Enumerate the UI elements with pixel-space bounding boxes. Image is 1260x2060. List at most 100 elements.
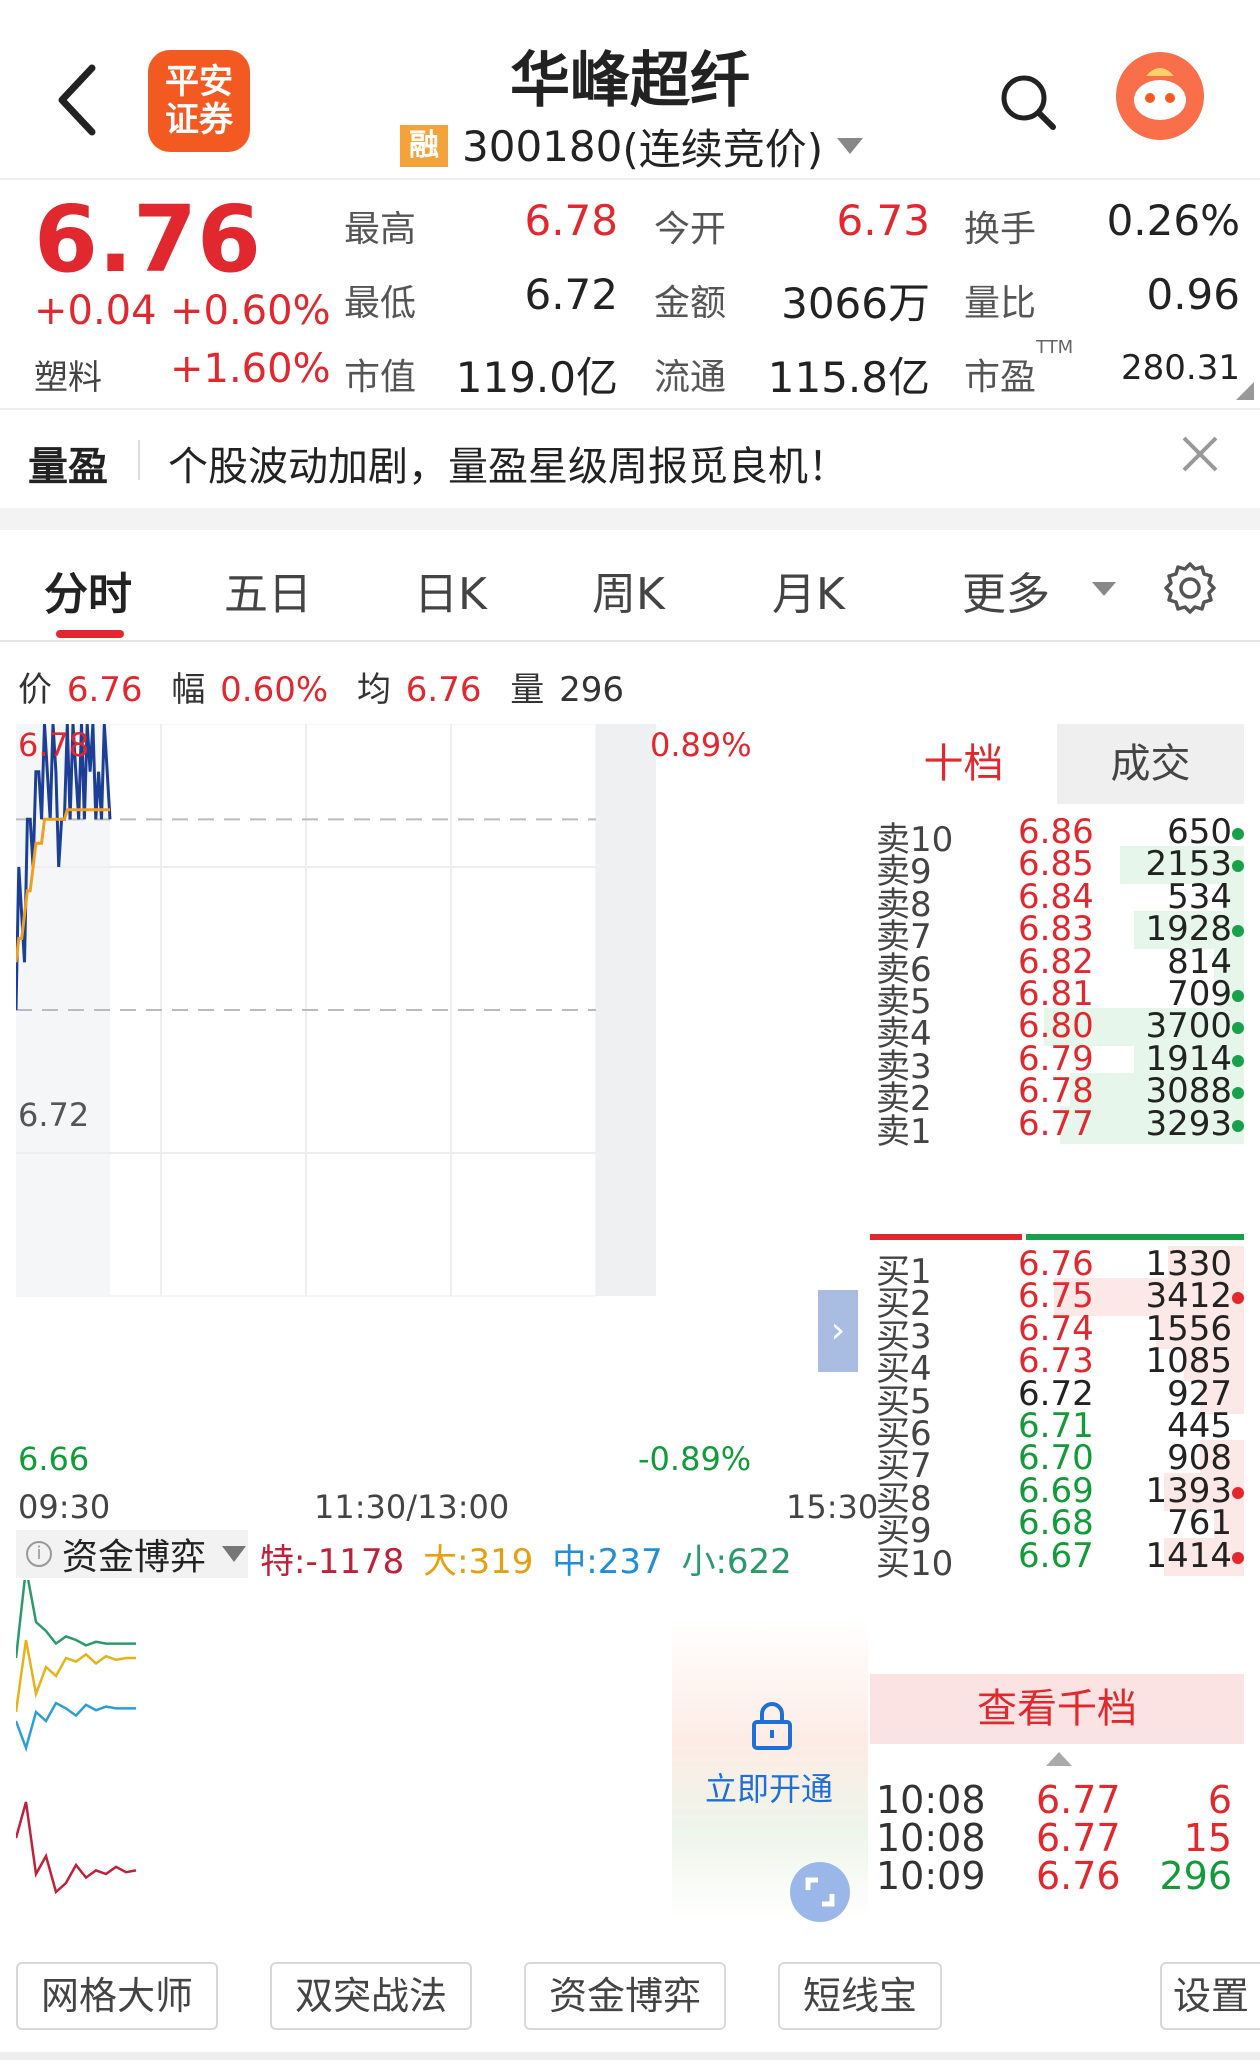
intraday-chart-svg (16, 724, 656, 1297)
tab-monthly-k[interactable]: 月K (772, 558, 845, 622)
double-breakout-button[interactable]: 双突战法 (270, 1962, 472, 2030)
change-dot-icon (1232, 990, 1244, 1002)
turnover-label: 换手 (964, 209, 1037, 250)
settings-button[interactable]: 设置 (1160, 1962, 1260, 2030)
lock-icon (750, 1702, 794, 1750)
low-label: 最低 (344, 283, 417, 324)
pe-label: 市盈 (964, 357, 1037, 398)
high-label: 最高 (344, 209, 417, 250)
trade-price: 6.76 (1036, 1854, 1121, 1898)
grid-master-button[interactable]: 网格大师 (16, 1962, 218, 2030)
y-axis-mid-label: 6.72 (18, 1096, 90, 1134)
intraday-chart[interactable]: 6.78 6.72 6.66 0.89% -0.89% (16, 724, 786, 1479)
flow-small-label: 小: (681, 1542, 727, 1582)
tab-more[interactable]: 更多 (962, 558, 1050, 622)
flow-big-value: 319 (468, 1542, 534, 1582)
last-price: 6.76 (34, 186, 261, 293)
flow-special-value: -1178 (305, 1542, 405, 1582)
flow-mid-value: 237 (597, 1542, 663, 1582)
fund-flow-line (16, 1580, 136, 1659)
tab-intraday[interactable]: 分时 (44, 558, 132, 622)
margin-badge: 融 (400, 125, 448, 167)
back-chevron-icon[interactable] (50, 60, 110, 140)
stock-code-selector[interactable]: 融 300180 (连续竞价) (400, 118, 880, 174)
change-dot-icon (1232, 1054, 1244, 1067)
ask-bid-separator-red (870, 1234, 1022, 1240)
amount-label: 金额 (654, 283, 727, 324)
banner-text: 个股波动加剧，量盈星级周报觅良机！ (168, 444, 848, 490)
flow-special-label: 特: (260, 1542, 306, 1582)
info-vol-value: 296 (559, 670, 625, 710)
section-gap (0, 508, 1260, 530)
tab-ten-levels[interactable]: 十档 (870, 724, 1057, 804)
market-cap-label: 市值 (344, 357, 417, 398)
chevron-down-icon (222, 1546, 247, 1562)
level-volume: 1414 (1145, 1535, 1232, 1576)
level-price: 6.67 (1018, 1535, 1094, 1576)
ask-bid-separator-green (1026, 1234, 1244, 1240)
banner-divider (138, 440, 140, 480)
indicator-title: 资金博弈 (62, 1537, 207, 1578)
stock-code: 300180 (462, 121, 623, 171)
stock-name-title: 华峰超纤 (510, 46, 750, 116)
info-range-label: 幅 (171, 670, 206, 710)
price-change: +0.04 (34, 288, 157, 334)
tab-five-day[interactable]: 五日 (224, 558, 312, 622)
level-label: 买10 (876, 1543, 954, 1584)
bottom-toolbar: 网格大师 双突战法 资金博弈 短线宝 设置 (0, 1940, 1260, 2060)
trade-row: 10:09 6.76 296 (870, 1854, 1244, 1904)
tab-trades[interactable]: 成交 (1057, 724, 1244, 804)
gear-icon[interactable] (1162, 560, 1218, 616)
chart-right-strip (596, 724, 656, 1296)
view-thousand-levels-button[interactable]: 查看千档 (870, 1674, 1244, 1744)
trading-status: (连续竞价) (622, 124, 824, 174)
level-volume: 3293 (1145, 1103, 1232, 1144)
price-change-pct: +0.60% (170, 288, 331, 334)
expand-corner-icon[interactable] (1236, 382, 1254, 400)
bottom-strip (0, 2052, 1260, 2060)
market-cap-value: 119.0亿 (455, 353, 618, 402)
fullscreen-icon[interactable] (790, 1862, 850, 1922)
pct-axis-top-label: 0.89% (650, 726, 752, 764)
info-avg-value: 6.76 (405, 670, 482, 710)
time-axis-mid: 11:30/13:00 (314, 1488, 510, 1526)
fund-flow-line (16, 1801, 137, 1895)
pe-ttm-tag: TTM (1036, 337, 1074, 358)
expand-panel-button[interactable]: › (818, 1290, 858, 1372)
volume-ratio-value: 0.96 (1146, 270, 1240, 319)
change-dot-icon (1232, 1551, 1244, 1564)
open-label: 今开 (654, 209, 727, 250)
short-term-button[interactable]: 短线宝 (778, 1962, 942, 2030)
ask-level-row[interactable]: 卖1 6.77 3293 (870, 1103, 1244, 1152)
trade-time: 10:09 (876, 1854, 986, 1898)
tab-daily-k[interactable]: 日K (414, 558, 487, 622)
fund-flow-line (16, 1701, 136, 1753)
sector-change-pct: +1.60% (170, 346, 331, 392)
change-dot-icon (1232, 1486, 1244, 1499)
pe-value: 280.31 (1121, 348, 1240, 388)
search-icon[interactable] (998, 72, 1058, 132)
indicator-dropdown[interactable]: i 资金博弈 (16, 1530, 248, 1578)
quote-panel: 6.76 +0.04 +0.60% 塑料 +1.60% 最高 6.78 今开 6… (0, 182, 1260, 407)
change-dot-icon (1232, 1119, 1244, 1132)
tab-weekly-k[interactable]: 周K (592, 558, 665, 622)
info-vol-label: 量 (510, 670, 545, 710)
chevron-down-icon (1092, 582, 1116, 596)
bid-level-row[interactable]: 买10 6.67 1414 (870, 1535, 1244, 1584)
order-book-tabs: 十档 成交 (870, 724, 1244, 804)
order-book-panel: 十档 成交 卖10 6.86 650 卖9 6.85 2153 卖8 6.84 534 卖7 6.8… (870, 724, 1244, 1934)
close-icon[interactable] (1180, 434, 1220, 474)
promo-banner[interactable]: 量盈 个股波动加剧，量盈星级周报觅良机！ (0, 408, 1260, 508)
fund-flow-button[interactable]: 资金博弈 (524, 1962, 726, 2030)
fund-flow-chart (16, 1580, 137, 1895)
y-axis-bottom-label: 6.66 (18, 1440, 90, 1478)
sector-name[interactable]: 塑料 (34, 350, 102, 399)
unlock-now-link[interactable]: 立即开通 (705, 1764, 833, 1810)
assistant-avatar-icon[interactable] (1116, 52, 1204, 140)
info-price-value: 6.76 (66, 670, 143, 710)
chevron-up-icon[interactable] (1046, 1752, 1072, 1766)
logo-line-2: 证券 (165, 100, 233, 140)
info-icon[interactable]: i (26, 1541, 52, 1567)
turnover-value: 0.26% (1106, 196, 1240, 245)
fund-flow-stats: 特:-1178 大:319 中:237 小:622 (260, 1534, 792, 1583)
